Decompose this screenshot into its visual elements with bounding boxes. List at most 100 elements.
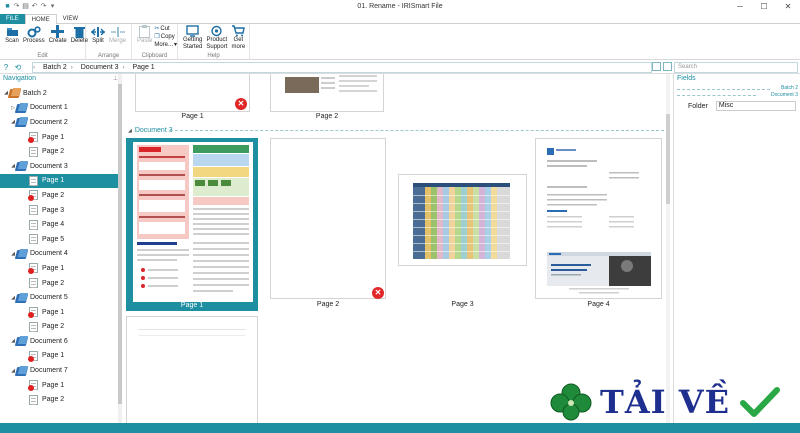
tree-item-label: Page 1 xyxy=(42,133,65,141)
tree-item-page[interactable]: Page 3 xyxy=(0,203,118,218)
page-image xyxy=(133,142,253,302)
page-error-icon xyxy=(28,190,39,202)
page-image xyxy=(285,74,335,99)
page-icon xyxy=(28,278,39,289)
ribbon-group-clipboard: Paste ✂ Cut ❐ Copy More... ▾ Clipboard xyxy=(132,24,178,60)
gears-icon xyxy=(27,25,41,38)
copy-button[interactable]: ❐ Copy xyxy=(154,33,177,41)
field-folder-input[interactable]: Misc xyxy=(715,101,796,111)
page-label: Page 4 xyxy=(587,301,610,308)
ribbon-tabs: FILE HOME VIEW xyxy=(0,14,800,24)
tree-item-page[interactable]: Page 1 xyxy=(0,130,118,145)
tree-item-document[interactable]: ◢ Document 7 xyxy=(0,363,118,378)
error-icon: ✕ xyxy=(235,98,247,110)
main-scrollbar[interactable] xyxy=(666,74,670,423)
view-list-icon[interactable] xyxy=(663,62,672,71)
minimize-button[interactable]: ─ xyxy=(728,0,752,14)
collapse-icon: ◢ xyxy=(128,127,132,134)
maximize-button[interactable]: ☐ xyxy=(752,0,776,14)
document-icon xyxy=(14,248,29,259)
group-label-clipboard: Clipboard xyxy=(141,53,168,59)
tree-item-page[interactable]: Page 2 xyxy=(0,188,118,203)
tree-item-document[interactable]: ◢ Document 6 xyxy=(0,334,118,349)
navigation-title: Navigation ⊥ xyxy=(3,75,118,82)
search-input[interactable]: Search xyxy=(674,62,798,73)
breadcrumb: › Batch 2 › Document 3 › Page 1 xyxy=(32,62,652,73)
tab-view[interactable]: VIEW xyxy=(57,14,84,24)
merge-button[interactable]: Merge xyxy=(107,24,128,52)
thumbnail-next-row[interactable] xyxy=(126,316,258,423)
redo-icon[interactable]: ↷ xyxy=(40,3,47,11)
tree-item-page[interactable]: Page 1 xyxy=(0,261,118,276)
save-icon[interactable]: ▤ xyxy=(22,3,29,11)
view-grid-icon[interactable] xyxy=(652,62,661,71)
tree-item-page[interactable]: Page 4 xyxy=(0,217,118,232)
tree-item-label: Document 4 xyxy=(30,250,68,258)
watermark-text: TẢI VỀ xyxy=(600,382,730,421)
tree-item-document[interactable]: ◢ Document 5 xyxy=(0,290,118,305)
cut-button[interactable]: ✂ Cut xyxy=(154,25,177,33)
tree-item-label: Document 5 xyxy=(30,294,68,302)
thumbnail-doc3-page4[interactable] xyxy=(535,138,662,299)
tree-item-page[interactable]: Page 1 xyxy=(0,378,118,393)
fields-crumb-document: Document 3 xyxy=(771,92,798,98)
breadcrumb-document[interactable]: Document 3 xyxy=(73,64,123,71)
page-icon xyxy=(28,394,39,405)
tab-file[interactable]: FILE xyxy=(0,14,25,24)
get-more-button[interactable]: Get more xyxy=(229,24,247,52)
tree-item-label: Page 2 xyxy=(42,191,65,199)
page-error-icon xyxy=(28,132,39,144)
ribbon: Scan Process Create Delete Edit Split Me… xyxy=(0,24,800,60)
tree-item-page[interactable]: Page 2 xyxy=(0,144,118,159)
navigation-tree: ◢ Batch 2 ▷ Document 1 ◢ Document 2 Page 1 Page… xyxy=(0,86,118,407)
tree-item-page[interactable]: Page 2 xyxy=(0,320,118,335)
breadcrumb-batch[interactable]: Batch 2 xyxy=(35,64,71,71)
help-icon[interactable]: ? xyxy=(0,61,12,73)
create-button[interactable]: Create xyxy=(47,24,69,52)
page-icon xyxy=(28,146,39,157)
tree-item-page[interactable]: Page 1 xyxy=(0,173,118,189)
undo-icon[interactable]: ↶ xyxy=(31,3,38,11)
scan-button[interactable]: Scan xyxy=(3,24,21,52)
tree-item-page[interactable]: Page 2 xyxy=(0,392,118,407)
thumbnail-doc2-page1[interactable] xyxy=(135,74,250,112)
split-button[interactable]: Split xyxy=(89,24,107,52)
tree-item-document[interactable]: ◢ Document 3 xyxy=(0,159,118,174)
tree-item-page[interactable]: Page 1 xyxy=(0,305,118,320)
chevron-down-icon: ▾ xyxy=(174,42,178,48)
tree-item-batch[interactable]: ◢ Batch 2 xyxy=(0,86,118,101)
process-button[interactable]: Process xyxy=(21,24,47,52)
close-button[interactable]: ✕ xyxy=(776,0,800,14)
tree-item-page[interactable]: Page 2 xyxy=(0,276,118,291)
product-support-button[interactable]: Product Support xyxy=(204,24,229,52)
thumbnail-doc2-page2[interactable] xyxy=(270,74,384,112)
tree-item-document[interactable]: ▷ Document 1 xyxy=(0,101,118,116)
tree-item-label: Page 1 xyxy=(42,308,65,316)
thumbnail-doc3-page3[interactable] xyxy=(398,174,527,266)
breadcrumb-page[interactable]: Page 1 xyxy=(125,64,159,71)
paste-button[interactable]: Paste xyxy=(135,24,154,52)
getting-started-button[interactable]: Getting Started xyxy=(181,24,204,52)
tree-item-label: Batch 2 xyxy=(23,89,47,97)
tree-item-label: Page 1 xyxy=(42,352,65,360)
navigation-scrollbar[interactable] xyxy=(118,74,122,423)
tab-home[interactable]: HOME xyxy=(24,14,57,24)
tree-item-label: Page 2 xyxy=(42,396,65,404)
tree-item-document[interactable]: ◢ Document 2 xyxy=(0,115,118,130)
tree-item-page[interactable]: Page 1 xyxy=(0,349,118,364)
page-image xyxy=(539,142,658,296)
section-header-document-3[interactable]: ◢ Document 3 xyxy=(128,127,173,134)
error-icon: ✕ xyxy=(372,287,384,299)
thumbnail-doc3-page1[interactable]: Page 1 xyxy=(126,138,258,311)
group-label-help: Help xyxy=(207,53,220,59)
back-icon[interactable]: ⟲ xyxy=(12,61,24,73)
page-icon xyxy=(28,234,39,245)
more-button[interactable]: More... ▾ xyxy=(154,41,177,49)
app-window: ■ ↷ ▤ ↶ ↷ ▾ 01. Rename - IRISmart File ─… xyxy=(0,0,800,433)
document-icon xyxy=(14,292,29,303)
tree-item-page[interactable]: Page 5 xyxy=(0,232,118,247)
tree-item-document[interactable]: ◢ Document 4 xyxy=(0,247,118,262)
open-icon[interactable]: ↷ xyxy=(13,3,20,11)
thumbnail-doc3-page2[interactable] xyxy=(270,138,386,299)
dropdown-icon[interactable]: ▾ xyxy=(49,3,56,11)
